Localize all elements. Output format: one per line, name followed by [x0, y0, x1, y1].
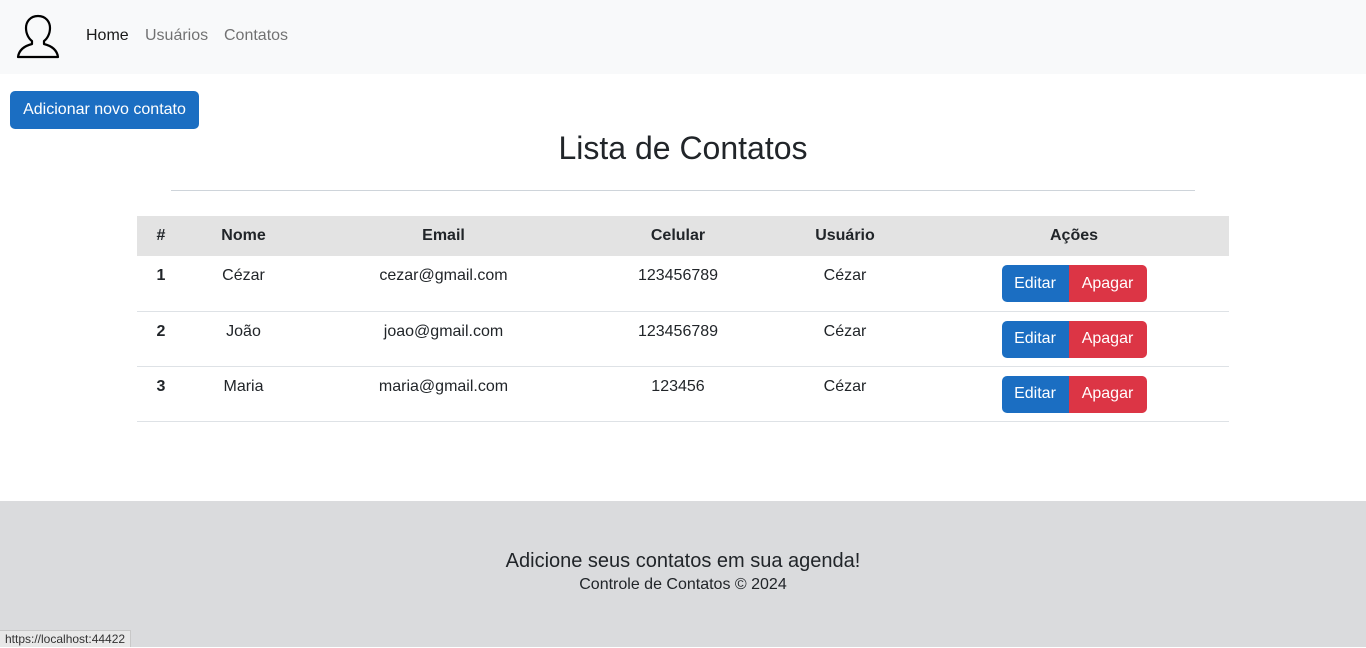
nav-link-contatos[interactable]: Contatos [224, 26, 288, 46]
cell-usuario: Cézar [823, 377, 867, 395]
footer-copyright: Controle de Contatos © 2024 [579, 576, 787, 593]
table-row: 1 Cézar cezar@gmail.com 123456789 Cézar … [137, 256, 1229, 311]
user-outline-icon[interactable] [16, 13, 60, 59]
contacts-table: # Nome Email Celular Usuário Ações 1 Céz… [137, 216, 1229, 422]
delete-button[interactable]: Apagar [1068, 375, 1147, 413]
cell-email: maria@gmail.com [378, 377, 509, 395]
footer-headline: Adicione seus contatos em sua agenda! [505, 550, 861, 572]
table-row: 3 Maria maria@gmail.com 123456 Cézar Edi… [137, 366, 1229, 421]
cell-id: 1 [156, 267, 166, 284]
column-header-acoes: Ações [1049, 227, 1099, 244]
nav-link-usuarios[interactable]: Usuários [145, 26, 208, 46]
table-row: 2 João joao@gmail.com 123456789 Cézar Ed… [137, 311, 1229, 366]
action-button-group: Editar Apagar [1001, 320, 1147, 358]
cell-celular: 123456789 [637, 267, 719, 284]
nav-link-home[interactable]: Home [86, 26, 129, 46]
cell-usuario: Cézar [823, 322, 867, 340]
action-button-group: Editar Apagar [1001, 265, 1147, 302]
footer: Adicione seus contatos em sua agenda! Co… [0, 501, 1366, 647]
cell-id: 2 [156, 322, 166, 340]
action-button-group: Editar Apagar [1001, 375, 1147, 413]
cell-actions: Editar Apagar [919, 256, 1229, 311]
table-header: # Nome Email Celular Usuário Ações [137, 216, 1229, 256]
column-header-nome: Nome [221, 227, 266, 244]
cell-id: 3 [156, 377, 166, 395]
cell-email: cezar@gmail.com [379, 267, 508, 284]
edit-button[interactable]: Editar [1001, 375, 1069, 413]
cell-celular: 123456 [651, 377, 705, 395]
delete-button[interactable]: Apagar [1068, 265, 1147, 302]
status-bar-url: https://localhost:44422 [0, 630, 132, 647]
navbar: Home Usuários Contatos [0, 0, 1366, 74]
cell-celular: 123456789 [637, 322, 719, 340]
cell-email: joao@gmail.com [383, 322, 504, 340]
add-contact-button[interactable]: Adicionar novo contato [10, 91, 199, 129]
cell-nome: Cézar [222, 267, 265, 284]
cell-usuario: Cézar [823, 267, 867, 284]
edit-button[interactable]: Editar [1001, 265, 1069, 302]
edit-button[interactable]: Editar [1001, 320, 1069, 358]
column-header-id: # [156, 227, 166, 244]
column-header-email: Email [422, 227, 465, 244]
column-header-usuario: Usuário [815, 227, 875, 244]
column-header-celular: Celular [650, 227, 706, 244]
cell-nome: Maria [223, 377, 264, 395]
title-divider [171, 190, 1195, 191]
cell-actions: Editar Apagar [919, 311, 1229, 366]
cell-actions: Editar Apagar [919, 366, 1229, 421]
cell-nome: João [226, 322, 261, 340]
delete-button[interactable]: Apagar [1068, 320, 1147, 358]
page-title: Lista de Contatos [558, 130, 808, 166]
